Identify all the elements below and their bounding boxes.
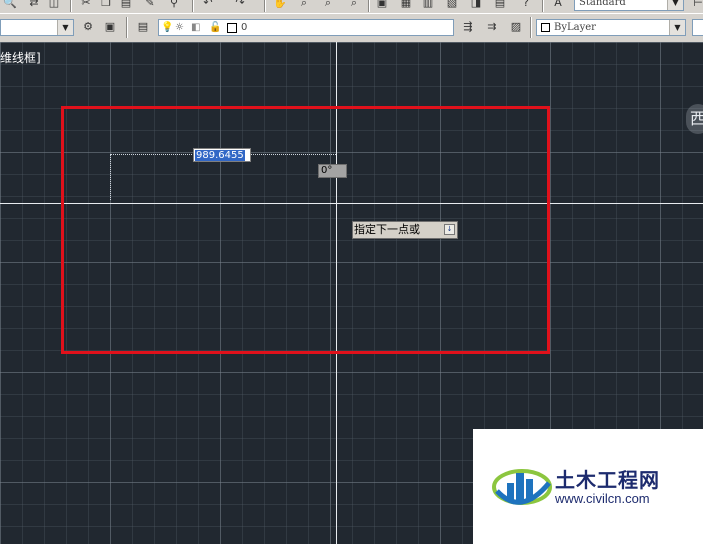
sun-icon[interactable]: ☼ — [175, 20, 184, 35]
viewcube-west[interactable]: 西 — [686, 104, 703, 134]
highlight-frame — [61, 106, 550, 354]
match-properties-icon[interactable]: ⇄ — [26, 0, 42, 11]
workspace-combo[interactable]: ▼ — [0, 19, 74, 36]
layer-state-icon[interactable]: ▨ — [508, 19, 524, 35]
watermark: 土木工程网 www.civilcn.com — [473, 429, 703, 544]
prompt-text: 指定下一点或 — [354, 223, 420, 236]
chevron-down-icon[interactable]: ▼ — [667, 0, 683, 10]
prompt-options-icon[interactable]: ↓ — [444, 224, 455, 235]
block-editor-icon[interactable]: ⚲ — [166, 0, 182, 11]
make-current-layer-icon[interactable]: ⇶ — [460, 19, 476, 35]
lock-icon[interactable]: 🔓 — [209, 20, 221, 35]
watermark-url: www.civilcn.com — [555, 491, 650, 506]
layer-color-swatch — [227, 23, 237, 33]
layer-previous-icon[interactable]: ⇉ — [484, 19, 500, 35]
visual-style-label[interactable]: 维线框] — [0, 49, 41, 66]
angle-tooltip[interactable]: 0° — [318, 164, 347, 178]
redo-icon[interactable]: ↷ — [232, 0, 248, 11]
color-swatch — [541, 23, 550, 32]
sheet-set-icon[interactable]: ▧ — [444, 0, 460, 11]
chevron-down-icon[interactable]: ▼ — [57, 20, 73, 35]
zoom-icon[interactable]: 🔍 — [2, 0, 18, 11]
markup-icon[interactable]: ◨ — [468, 0, 484, 11]
chevron-down-icon[interactable]: ▼ — [669, 20, 685, 35]
standard-toolbar: 🔍 ⇄ ◫ ✂ ❐ ▤ ✎ ⚲ ↶ ↷ ✋ ⌕ ⌕ ⌕ ▣ ▦ ▥ ▧ ◨ ▤ … — [0, 0, 703, 14]
zoom-realtime-icon[interactable]: ⌕ — [296, 0, 312, 11]
lightbulb-icon[interactable]: 💡 — [161, 20, 173, 35]
layer-manager-icon[interactable]: ▤ — [135, 19, 151, 35]
length-value: 989.6455 — [195, 150, 245, 161]
help-icon[interactable]: ? — [518, 0, 534, 11]
text-style-combo[interactable]: Standard ▼ — [574, 0, 684, 11]
design-center-icon[interactable]: ▦ — [398, 0, 414, 11]
gear-icon[interactable]: ⚙ — [80, 19, 96, 35]
civilcn-logo-icon — [492, 469, 552, 505]
length-input[interactable]: 989.6455 — [193, 148, 251, 162]
zoom-window-icon[interactable]: ⌕ — [320, 0, 336, 11]
layer-name: 0 — [241, 22, 248, 33]
viewport-freeze-icon[interactable]: ◧ — [191, 20, 200, 35]
copy-icon[interactable]: ❐ — [98, 0, 114, 11]
color-value: ByLayer — [554, 22, 596, 33]
watermark-site-name: 土木工程网 — [555, 468, 660, 492]
zoom-previous-icon[interactable]: ⌕ — [346, 0, 362, 11]
undo-icon[interactable]: ↶ — [200, 0, 216, 11]
cut-icon[interactable]: ✂ — [78, 0, 94, 11]
text-style-icon[interactable]: A — [550, 0, 566, 11]
pan-icon[interactable]: ✋ — [272, 0, 288, 11]
layer-combo[interactable]: 💡 ☼ ◧ 🔓 0 — [158, 19, 454, 36]
publish-icon[interactable]: ◫ — [46, 0, 62, 11]
match-brush-icon[interactable]: ✎ — [142, 0, 158, 11]
linetype-combo[interactable] — [692, 19, 703, 36]
workspace-settings-icon[interactable]: ▣ — [102, 19, 118, 35]
color-combo[interactable]: ByLayer ▼ — [536, 19, 686, 36]
dimension-style-icon[interactable]: ⊢ — [690, 0, 703, 11]
properties-icon[interactable]: ▣ — [374, 0, 390, 11]
paste-icon[interactable]: ▤ — [118, 0, 134, 11]
layers-toolbar: ▼ ⚙ ▣ ▤ 💡 ☼ ◧ 🔓 0 ⇶ ⇉ ▨ ByLayer ▼ — [0, 13, 703, 43]
command-prompt-tooltip[interactable]: 指定下一点或 ↓ — [352, 221, 458, 239]
tool-palettes-icon[interactable]: ▥ — [420, 0, 436, 11]
text-style-value: Standard — [579, 0, 626, 8]
calculator-icon[interactable]: ▤ — [492, 0, 508, 11]
